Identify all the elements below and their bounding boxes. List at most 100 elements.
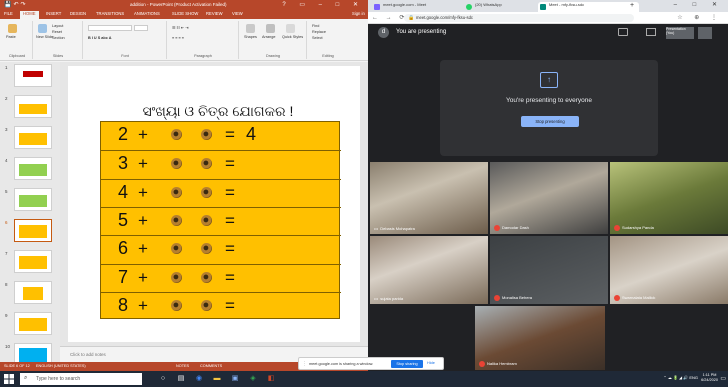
slide-thumbnail-pane: 1 2 3 4 5 6 7 8 9 10: [0, 62, 60, 366]
slide-thumbnail[interactable]: 1: [5, 64, 52, 87]
row-number: 7: [118, 266, 129, 287]
participant-name-text: Swarnalata Mallick: [622, 295, 656, 301]
captions-icon[interactable]: [646, 28, 656, 36]
window-controls-icon[interactable]: ? ▭ – □ ✕: [282, 1, 364, 8]
slide-number: 7: [5, 251, 8, 256]
paste-label[interactable]: Paste: [6, 35, 16, 39]
browser-actions-icon[interactable]: ☆ ⊕ ⋮: [677, 14, 722, 21]
new-slide-label[interactable]: New Slide: [36, 35, 53, 39]
tab-home[interactable]: HOME: [20, 11, 39, 19]
participant-tile[interactable]: Damodar Dash: [490, 162, 608, 234]
slide-thumbnail[interactable]: 5: [5, 188, 52, 211]
font-format-icons[interactable]: B I U S abc A: [88, 36, 112, 40]
powerpoint-icon[interactable]: ◧: [266, 374, 276, 384]
chrome-icon[interactable]: ◉: [194, 374, 204, 384]
store-icon[interactable]: ▣: [230, 374, 240, 384]
tab-transitions[interactable]: TRANSITIONS: [96, 11, 124, 16]
notes-toggle[interactable]: NOTES: [176, 364, 189, 368]
comments-toggle[interactable]: COMMENTS: [200, 364, 222, 368]
find-button[interactable]: Find: [312, 24, 319, 28]
slide-thumbnail[interactable]: 3: [5, 126, 52, 149]
participant-tile[interactable]: Swarnalata Mallick: [610, 236, 728, 304]
stop-presenting-button[interactable]: Stop presenting: [521, 116, 579, 127]
browser-tab[interactable]: meet.google.com - Meet: [372, 2, 473, 12]
arrange-label[interactable]: Arrange: [262, 35, 276, 39]
clock[interactable]: 1:11 PM 6/24/2020: [701, 373, 718, 383]
coin-icon: [171, 243, 182, 255]
layout-icon[interactable]: [618, 28, 628, 36]
slide-thumbnail[interactable]: 7: [5, 250, 52, 273]
participant-name: Damodar Dash: [494, 225, 529, 231]
slide-thumbnail-selected[interactable]: 6: [5, 219, 52, 242]
taskbar-search-box[interactable]: ⌕ Type here to search: [20, 373, 142, 385]
system-tray[interactable]: ⌃ ☁ 🔋 ◢ 🔊 ENG: [663, 375, 698, 380]
plus-sign: +: [138, 295, 148, 315]
coin-icon: [201, 299, 212, 311]
font-name-select[interactable]: [88, 25, 132, 31]
quick-styles-label[interactable]: Quick Styles: [282, 35, 303, 39]
participant-name-text: Monalisa Behera: [502, 295, 533, 301]
task-view-icon[interactable]: ○: [158, 374, 168, 384]
sign-in-link[interactable]: Sign in: [352, 11, 365, 16]
tab-review[interactable]: REVIEW: [206, 11, 223, 16]
participant-tile[interactable]: ••• sujata parida: [370, 236, 488, 304]
slide-thumbnail[interactable]: 8: [5, 281, 52, 304]
user-avatar[interactable]: d: [378, 27, 389, 38]
app-icon[interactable]: ◈: [248, 374, 258, 384]
participant-tile[interactable]: Sudarshya Panda: [610, 162, 728, 234]
coin-icon: [171, 129, 182, 140]
quick-styles-icon[interactable]: [286, 24, 295, 33]
browser-window-controls-icon[interactable]: – □ ✕: [674, 1, 724, 8]
arrange-icon[interactable]: [266, 24, 275, 33]
coin-icon: [171, 271, 182, 283]
coin-icon: [171, 186, 182, 198]
quick-access-icons[interactable]: 💾↶↷: [4, 1, 28, 8]
select-button[interactable]: Select: [312, 36, 323, 40]
table-row: 6 + =: [101, 235, 341, 264]
align-icons[interactable]: ≡ ≡ ≡ ≡: [172, 36, 184, 40]
reset-button[interactable]: Reset: [52, 30, 62, 34]
addition-table[interactable]: 2 + = 4 3 + = 4 + = 5 + = 6 + = 7 + = 8 …: [100, 121, 341, 319]
slide-thumbnail[interactable]: 2: [5, 95, 52, 118]
layout-button[interactable]: Layout: [52, 24, 63, 28]
new-tab-icon[interactable]: +: [630, 2, 634, 9]
hide-button[interactable]: Hide: [427, 361, 435, 365]
tab-slide-show[interactable]: SLIDE SHOW: [172, 11, 198, 16]
self-view-thumbnail[interactable]: [698, 27, 712, 39]
drawing-group-label: Drawing: [266, 54, 280, 58]
shapes-icon[interactable]: [246, 24, 255, 33]
notification-icon[interactable]: ▭: [720, 375, 726, 382]
windows-start-icon[interactable]: [4, 374, 14, 384]
browser-tab-label: (20) WhatsApp: [475, 2, 502, 7]
drag-handle-icon[interactable]: ⋮: [302, 361, 307, 367]
slide-title[interactable]: ସଂଖ୍ୟା ଓ ଚିତ୍ର ଯୋଗକର !: [138, 103, 298, 119]
language-status[interactable]: ENGLISH (UNITED STATES): [36, 364, 86, 368]
file-explorer-icon[interactable]: ▤: [176, 374, 186, 384]
font-size-select[interactable]: [134, 25, 148, 31]
participant-tile[interactable]: Nalika Hembram: [475, 306, 605, 370]
folder-icon[interactable]: ▬: [212, 374, 222, 384]
nav-buttons-icon[interactable]: ← → ⟳: [372, 14, 407, 21]
tab-animations[interactable]: ANIMATIONS: [134, 11, 160, 16]
address-bar[interactable]: 🔒 meet.google.com/mfy-fksu-sdc: [404, 14, 634, 22]
slide-thumbnail[interactable]: 9: [5, 312, 52, 335]
browser-tab-active[interactable]: Meet - mfy-fksu-sdc: [538, 2, 639, 12]
tab-view[interactable]: VIEW: [232, 11, 243, 16]
presentation-thumbnail[interactable]: Presentation (You): [666, 27, 694, 39]
tab-insert[interactable]: INSERT: [46, 11, 61, 16]
tab-file[interactable]: FILE: [4, 11, 13, 16]
participant-tile[interactable]: Monalisa Behera: [490, 236, 608, 304]
shapes-label[interactable]: Shapes: [244, 35, 257, 39]
paste-icon[interactable]: [8, 24, 17, 33]
section-button[interactable]: Section: [52, 36, 65, 40]
tab-design[interactable]: DESIGN: [70, 11, 86, 16]
browser-tab[interactable]: (20) WhatsApp: [464, 2, 545, 12]
slide-thumbnail[interactable]: 4: [5, 157, 52, 180]
browser-tab-label: meet.google.com - Meet: [383, 2, 427, 7]
replace-button[interactable]: Replace: [312, 30, 326, 34]
new-slide-icon[interactable]: [38, 24, 47, 33]
list-icons[interactable]: ☰ ☷ ⇤ ⇥: [172, 25, 188, 30]
stop-sharing-button[interactable]: Stop sharing: [391, 360, 423, 368]
participant-tile[interactable]: ••• Debasis Mohapatra: [370, 162, 488, 234]
slide-number: 1: [5, 65, 8, 70]
